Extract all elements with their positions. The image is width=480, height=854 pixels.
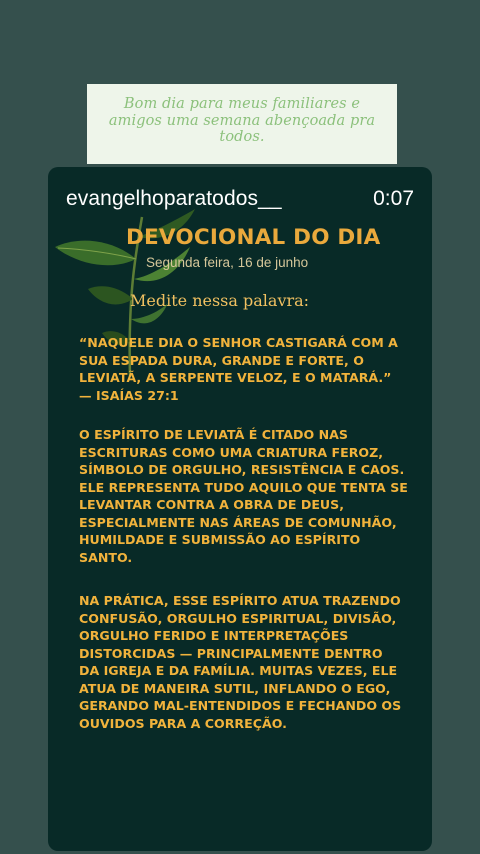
post-caption-text: Bom dia para meus familiares e amigos um… xyxy=(101,96,383,146)
verse-line: — ISAÍAS 27:1 xyxy=(79,387,179,403)
paragraph-line: OUVIDOS PARA A CORREÇÃO. xyxy=(79,715,287,731)
paragraph-line: ESPECIALMENTE NAS ÁREAS DE COMUNHÃO, xyxy=(79,514,397,530)
paragraph-line: ESCRITURAS COMO UMA CRIATURA FEROZ, xyxy=(79,444,384,460)
paragraph-line: GERANDO MAL-ENTENDIDOS E FECHANDO OS xyxy=(79,698,402,713)
bible-verse: “NAQUELE DIA O SENHOR CASTIGARÁ COM A SU… xyxy=(79,334,419,404)
paragraph-line: CONFUSÃO, ORGULHO ESPIRITUAL, DIVISÃO, xyxy=(79,610,397,626)
devotional-paragraph-2: NA PRÁTICA, ESSE ESPÍRITO ATUA TRAZENDO … xyxy=(79,592,419,732)
caption-line: todos. xyxy=(219,129,265,145)
devotional-date: Segunda feira, 16 de junho xyxy=(146,255,309,270)
devotional-paragraph-1: O ESPÍRITO DE LEVIATÃ É CITADO NAS ESCRI… xyxy=(79,426,419,566)
paragraph-line: LEVANTAR CONTRA A OBRA DE DEUS, xyxy=(79,497,344,512)
paragraph-line: DISTORCIDAS — PRINCIPALMENTE DENTRO xyxy=(79,645,383,661)
caption-line: Bom dia para meus familiares e xyxy=(123,96,361,112)
caption-line: amigos uma semana abençoada pra xyxy=(108,112,376,129)
meditation-prompt: Medite nessa palavra: xyxy=(130,291,310,310)
paragraph-line: ATUA DE MANEIRA SUTIL, INFLANDO O EGO, xyxy=(79,680,391,696)
verse-line: “NAQUELE DIA O SENHOR CASTIGARÁ COM A xyxy=(79,335,398,350)
story-card[interactable]: evangelhoparatodos__ 0:07 DEVOCIONAL DO … xyxy=(48,167,432,851)
post-caption-box: Bom dia para meus familiares e amigos um… xyxy=(87,84,397,164)
paragraph-line: SANTO. xyxy=(79,549,133,565)
story-timestamp: 0:07 xyxy=(373,187,414,210)
devotional-title: DEVOCIONAL DO DIA xyxy=(126,225,381,250)
verse-line: LEVIATÃ, A SERPENTE VELOZ, E O MATARÁ.” xyxy=(79,370,392,385)
paragraph-line: NA PRÁTICA, ESSE ESPÍRITO ATUA TRAZENDO xyxy=(79,593,401,608)
paragraph-line: HUMILDADE E SUBMISSÃO AO ESPÍRITO xyxy=(79,532,361,547)
paragraph-line: DA IGREJA E DA FAMÍLIA. MUITAS VEZES, EL… xyxy=(79,663,398,678)
story-username[interactable]: evangelhoparatodos__ xyxy=(66,187,282,211)
verse-line: SUA ESPADA DURA, GRANDE E FORTE, O xyxy=(79,352,364,368)
paragraph-line: ELE REPRESENTA TUDO AQUILO QUE TENTA SE xyxy=(79,479,408,495)
paragraph-line: ORGULHO FERIDO E INTERPRETAÇÕES xyxy=(79,628,349,643)
paragraph-line: SÍMBOLO DE ORGULHO, RESISTÊNCIA E CAOS. xyxy=(79,462,405,477)
paragraph-line: O ESPÍRITO DE LEVIATÃ É CITADO NAS xyxy=(79,427,348,442)
